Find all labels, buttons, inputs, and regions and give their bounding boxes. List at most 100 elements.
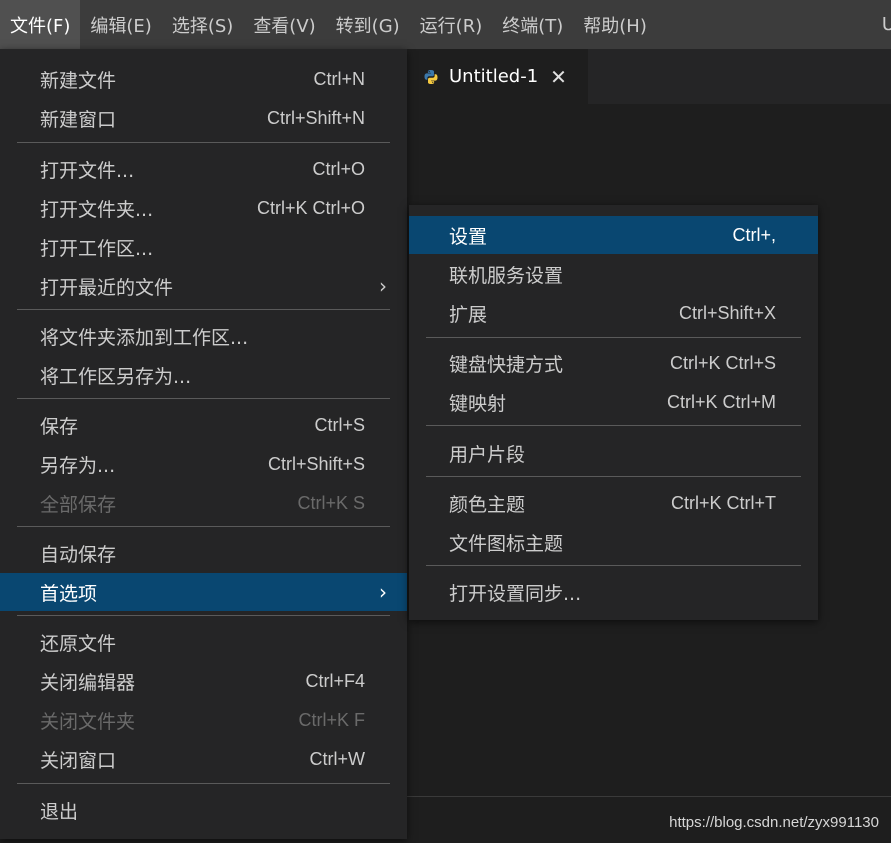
menubar-overflow-text: U [881, 14, 891, 35]
menu-separator [17, 309, 390, 310]
menu-item-shortcut: Ctrl+N [313, 68, 365, 89]
menu-item-shortcut: Ctrl+Shift+S [267, 453, 365, 474]
menu-item-shortcut: Ctrl+K Ctrl+S [669, 352, 776, 373]
menu-separator [426, 337, 801, 338]
menu-item-label: 关闭编辑器 [40, 671, 136, 694]
menubar-file[interactable]: 文件(F) [0, 0, 81, 49]
menu-item-label: 打开文件... [40, 159, 135, 182]
menubar-view[interactable]: 查看(V) [243, 0, 325, 49]
menu-item-label: 联机服务设置 [449, 264, 564, 287]
menu-item-auto-save[interactable]: 自动保存 [0, 534, 407, 572]
menu-item-save[interactable]: 保存 Ctrl+S [0, 406, 407, 444]
menu-item-close-editor[interactable]: 关闭编辑器 Ctrl+F4 [0, 662, 407, 700]
watermark-text: https://blog.csdn.net/zyx991130 [669, 814, 879, 831]
close-icon[interactable]: ✕ [550, 65, 567, 89]
menu-item-label: 首选项 [40, 582, 98, 605]
menu-item-label: 保存 [40, 415, 79, 438]
menu-item-exit[interactable]: 退出 [0, 791, 407, 829]
menu-separator [426, 425, 801, 426]
chevron-right-icon: › [379, 580, 387, 604]
menu-separator [426, 476, 801, 477]
menu-item-keyboard-shortcuts[interactable]: 键盘快捷方式 Ctrl+K Ctrl+S [409, 344, 818, 382]
menu-item-extensions[interactable]: 扩展 Ctrl+Shift+X [409, 294, 818, 332]
menu-item-keymaps[interactable]: 键映射 Ctrl+K Ctrl+M [409, 383, 818, 421]
menu-item-label: 打开设置同步... [449, 582, 582, 605]
menu-item-label: 设置 [449, 225, 488, 248]
menu-item-label: 将工作区另存为... [40, 365, 192, 388]
menu-item-shortcut: Ctrl+Shift+X [678, 302, 776, 323]
menubar-terminal[interactable]: 终端(T) [492, 0, 573, 49]
menu-item-label: 打开工作区... [40, 237, 154, 260]
menu-item-open-file[interactable]: 打开文件... Ctrl+O [0, 150, 407, 188]
menu-item-new-file[interactable]: 新建文件 Ctrl+N [0, 60, 407, 98]
menu-item-label: 将文件夹添加到工作区... [40, 326, 249, 349]
menu-item-close-folder: 关闭文件夹 Ctrl+K F [0, 701, 407, 739]
menu-item-label: 全部保存 [40, 493, 117, 516]
menu-item-label: 另存为... [40, 454, 116, 477]
python-icon [423, 69, 439, 85]
menu-item-shortcut: Ctrl+F4 [305, 670, 365, 691]
menubar-help[interactable]: 帮助(H) [573, 0, 657, 49]
menu-item-open-recent[interactable]: 打开最近的文件 › [0, 267, 407, 305]
menu-item-revert-file[interactable]: 还原文件 [0, 623, 407, 661]
menu-item-label: 新建文件 [40, 69, 117, 92]
menu-item-new-window[interactable]: 新建窗口 Ctrl+Shift+N [0, 99, 407, 137]
chevron-right-icon: › [379, 274, 387, 298]
menu-item-open-workspace[interactable]: 打开工作区... [0, 228, 407, 266]
menu-item-shortcut: Ctrl+W [309, 748, 366, 769]
menu-item-label: 文件图标主题 [449, 532, 564, 555]
menu-item-shortcut: Ctrl+K S [297, 492, 365, 513]
menu-item-shortcut: Ctrl+K Ctrl+M [666, 391, 776, 412]
menu-separator [17, 142, 390, 143]
menu-separator [17, 615, 390, 616]
menu-item-label: 打开最近的文件 [40, 276, 174, 299]
menu-item-close-window[interactable]: 关闭窗口 Ctrl+W [0, 740, 407, 778]
menu-item-label: 颜色主题 [449, 493, 526, 516]
editor-tab-strip: Untitled-1 ✕ [407, 49, 891, 104]
menu-item-label: 关闭窗口 [40, 749, 117, 772]
menu-separator [17, 398, 390, 399]
menu-item-user-snippets[interactable]: 用户片段 [409, 434, 818, 472]
menu-item-label: 扩展 [449, 303, 488, 326]
file-menu: 新建文件 Ctrl+N 新建窗口 Ctrl+Shift+N 打开文件... Ct… [0, 49, 407, 839]
panel-divider [407, 796, 891, 797]
tab-label: Untitled-1 [449, 66, 539, 87]
editor-tab-untitled[interactable]: Untitled-1 ✕ [407, 49, 588, 104]
menu-item-shortcut: Ctrl+K Ctrl+T [670, 492, 776, 513]
menu-item-color-theme[interactable]: 颜色主题 Ctrl+K Ctrl+T [409, 484, 818, 522]
menu-item-label: 键映射 [449, 392, 507, 415]
menu-item-label: 用户片段 [449, 443, 526, 466]
menu-separator [426, 565, 801, 566]
menu-item-shortcut: Ctrl+K F [298, 709, 365, 730]
menu-item-open-folder[interactable]: 打开文件夹... Ctrl+K Ctrl+O [0, 189, 407, 227]
menubar-run[interactable]: 运行(R) [410, 0, 493, 49]
menu-separator [17, 783, 390, 784]
menu-item-label: 自动保存 [40, 543, 117, 566]
menu-item-label: 关闭文件夹 [40, 710, 136, 733]
menu-item-shortcut: Ctrl+S [314, 414, 365, 435]
menu-item-file-icon-theme[interactable]: 文件图标主题 [409, 523, 818, 561]
menu-item-save-workspace-as[interactable]: 将工作区另存为... [0, 356, 407, 394]
menu-item-label: 退出 [40, 800, 79, 823]
menubar-edit[interactable]: 编辑(E) [80, 0, 161, 49]
menu-item-save-all: 全部保存 Ctrl+K S [0, 484, 407, 522]
menu-item-label: 键盘快捷方式 [449, 353, 564, 376]
menu-item-turn-on-settings-sync[interactable]: 打开设置同步... [409, 573, 818, 611]
menu-item-online-services-settings[interactable]: 联机服务设置 [409, 255, 818, 293]
menu-item-label: 新建窗口 [40, 108, 117, 131]
menu-item-settings[interactable]: 设置 Ctrl+, [409, 216, 818, 254]
menu-item-add-folder-to-workspace[interactable]: 将文件夹添加到工作区... [0, 317, 407, 355]
menu-item-shortcut: Ctrl+K Ctrl+O [256, 197, 365, 218]
menubar-selection[interactable]: 选择(S) [162, 0, 243, 49]
menu-item-save-as[interactable]: 另存为... Ctrl+Shift+S [0, 445, 407, 483]
menu-item-shortcut: Ctrl+, [732, 224, 776, 245]
menu-separator [17, 526, 390, 527]
menu-item-label: 还原文件 [40, 632, 117, 655]
menu-item-preferences[interactable]: 首选项 › [0, 573, 407, 611]
menu-item-shortcut: Ctrl+O [312, 158, 365, 179]
menubar-go[interactable]: 转到(G) [326, 0, 410, 49]
menu-item-label: 打开文件夹... [40, 198, 154, 221]
menu-item-shortcut: Ctrl+Shift+N [266, 107, 365, 128]
preferences-submenu: 设置 Ctrl+, 联机服务设置 扩展 Ctrl+Shift+X 键盘快捷方式 … [409, 205, 818, 620]
menu-bar: 文件(F) 编辑(E) 选择(S) 查看(V) 转到(G) 运行(R) 终端(T… [0, 0, 891, 49]
